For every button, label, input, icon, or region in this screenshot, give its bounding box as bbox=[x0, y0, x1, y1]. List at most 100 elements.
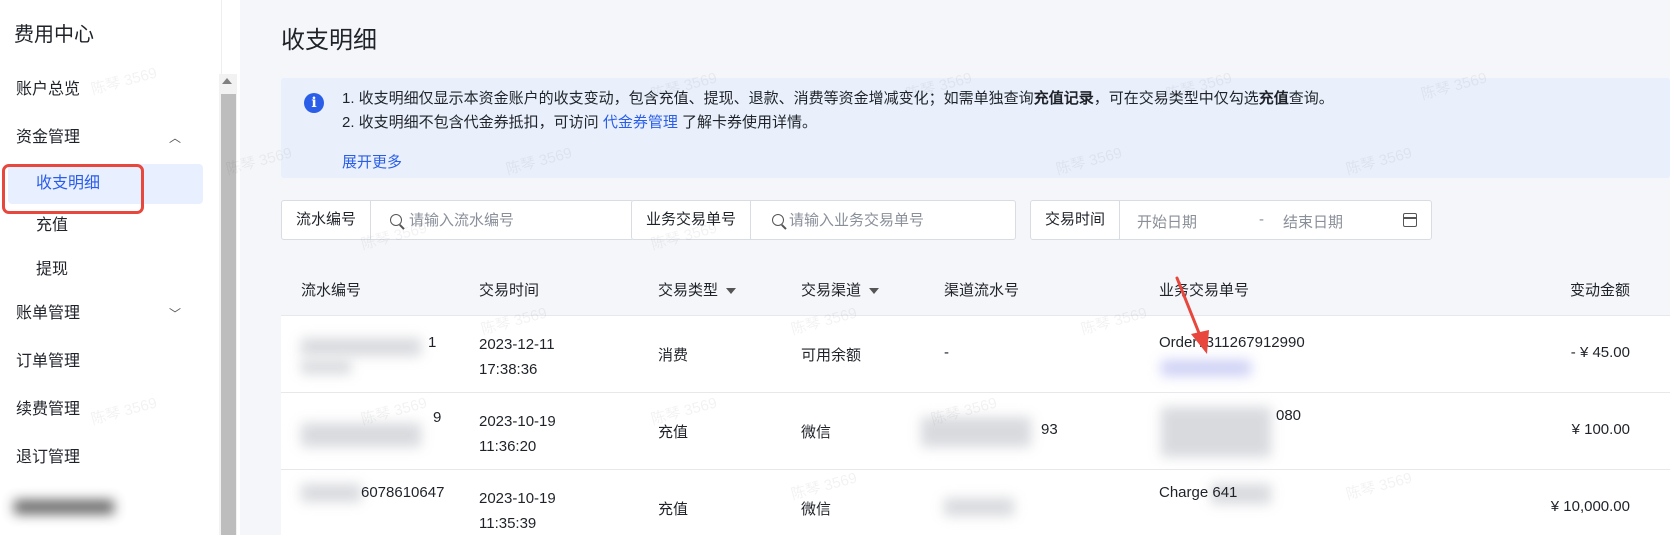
sidebar-item-recharge[interactable]: 充值 bbox=[0, 206, 203, 246]
redacted-cell bbox=[301, 338, 421, 356]
table-row[interactable]: 9 2023-10-19 11:36:20 充值 微信 93 080 ¥ 100.… bbox=[281, 393, 1670, 470]
expand-more-link[interactable]: 展开更多 bbox=[342, 151, 402, 172]
sidebar-title: 费用中心 bbox=[14, 24, 94, 46]
calendar-icon[interactable] bbox=[1403, 213, 1417, 227]
order-link[interactable]: Order7311267912990 bbox=[1159, 334, 1305, 351]
serial-filter-label: 流水编号 bbox=[282, 201, 372, 239]
page-title: 收支明细 bbox=[281, 27, 377, 54]
sidebar-item-income-expense[interactable]: 收支明细 bbox=[8, 164, 203, 204]
sidebar-item-label: 收支明细 bbox=[36, 175, 101, 192]
info-icon: i bbox=[304, 93, 324, 113]
sidebar: 费用中心 账户总览 资金管理 ︿ 收支明细 充值 提现 账单管理 ﹀ 订单管理 … bbox=[0, 0, 222, 535]
sidebar-item-label: 续费管理 bbox=[16, 401, 81, 418]
scroll-up-arrow-icon[interactable] bbox=[222, 78, 232, 84]
sidebar-item-label: 账户总览 bbox=[16, 81, 81, 98]
column-header-label: 交易类型 bbox=[658, 282, 719, 299]
notice-text: 了解卡券使用详情。 bbox=[677, 114, 818, 131]
amount-cell: - ¥ 45.00 bbox=[1570, 344, 1630, 361]
transactions-table: 流水编号 交易时间 交易类型 交易渠道 渠道流水号 业务交易单号 变动金额 1 … bbox=[281, 262, 1670, 535]
type-cell: 充值 bbox=[658, 424, 689, 441]
start-date-input[interactable]: 开始日期 bbox=[1137, 211, 1197, 232]
redacted-cell bbox=[301, 423, 421, 447]
filter-icon[interactable] bbox=[869, 288, 880, 295]
sidebar-item-label: 账单管理 bbox=[16, 305, 81, 322]
time-text: 11:36:20 bbox=[479, 438, 537, 455]
order-cell: 080 bbox=[1276, 407, 1302, 424]
voucher-management-link[interactable]: 代金券管理 bbox=[603, 114, 678, 131]
notice-line-1: 1. 收支明细仅显示本资金账户的收支变动，包含充值、提现、退款、消费等资金增减变… bbox=[342, 87, 1334, 108]
sidebar-item-order-management[interactable]: 订单管理 bbox=[0, 342, 203, 382]
column-header-order: 业务交易单号 bbox=[1159, 282, 1250, 299]
channel-cell: 微信 bbox=[801, 501, 832, 518]
redacted-cell bbox=[301, 360, 351, 374]
redacted-cell bbox=[1161, 360, 1251, 376]
column-header-amount: 变动金额 bbox=[1569, 282, 1630, 299]
date-text: 2023-12-11 bbox=[479, 336, 555, 353]
type-cell: 充值 bbox=[658, 501, 689, 518]
date-text: 2023-10-19 bbox=[479, 490, 556, 507]
sidebar-item-partial[interactable] bbox=[0, 486, 203, 526]
redacted-cell bbox=[921, 417, 1031, 447]
date-text: 2023-10-19 bbox=[479, 413, 556, 430]
time-cell: 2023-12-11 17:38:36 bbox=[479, 332, 555, 382]
sidebar-scrollbar-thumb[interactable] bbox=[221, 94, 236, 535]
sidebar-item-label: 订单管理 bbox=[16, 353, 81, 370]
redacted-cell bbox=[1161, 407, 1271, 457]
redacted-cell bbox=[301, 484, 361, 502]
column-header-channel-serial: 渠道流水号 bbox=[944, 282, 1020, 299]
table-header: 流水编号 交易时间 交易类型 交易渠道 渠道流水号 业务交易单号 变动金额 bbox=[281, 262, 1670, 316]
order-search-input[interactable] bbox=[751, 201, 1015, 239]
info-notice: i 1. 收支明细仅显示本资金账户的收支变动，包含充值、提现、退款、消费等资金增… bbox=[281, 78, 1670, 178]
amount-cell: ¥ 10,000.00 bbox=[1550, 498, 1630, 515]
time-text: 11:35:39 bbox=[479, 515, 537, 532]
time-filter: 交易时间 开始日期 - 结束日期 bbox=[1030, 200, 1432, 240]
sidebar-item-account-overview[interactable]: 账户总览 bbox=[0, 70, 203, 110]
sidebar-item-withdraw[interactable]: 提现 bbox=[0, 250, 203, 290]
serial-filter: 流水编号 bbox=[281, 200, 634, 240]
order-cell: Charge 641 bbox=[1159, 484, 1238, 501]
channel-cell: 可用余额 bbox=[801, 347, 862, 364]
notice-text: 2. 收支明细不包含代金券抵扣，可访问 bbox=[342, 114, 603, 131]
sidebar-item-fund-management[interactable]: 资金管理 ︿ bbox=[0, 118, 203, 158]
notice-bold-recharge: 充值 bbox=[1258, 90, 1289, 107]
column-header-type: 交易类型 bbox=[658, 279, 737, 300]
search-icon bbox=[390, 214, 402, 226]
notice-line-2: 2. 收支明细不包含代金券抵扣，可访问 代金券管理 了解卡券使用详情。 bbox=[342, 111, 817, 132]
notice-text: 查询。 bbox=[1288, 90, 1334, 107]
sidebar-item-renewal-management[interactable]: 续费管理 bbox=[0, 390, 203, 430]
sidebar-item-label: 充值 bbox=[36, 217, 69, 234]
serial-cell: 1 bbox=[428, 334, 437, 351]
table-row[interactable]: 6078610647 2023-10-19 11:35:39 充值 微信 Char… bbox=[281, 470, 1670, 535]
column-header-channel: 交易渠道 bbox=[801, 279, 880, 300]
chevron-up-icon: ︿ bbox=[168, 131, 181, 145]
channel-serial-cell: 93 bbox=[1041, 421, 1058, 438]
column-header-time: 交易时间 bbox=[479, 282, 540, 299]
column-header-serial: 流水编号 bbox=[301, 282, 362, 299]
time-text: 17:38:36 bbox=[479, 361, 538, 378]
order-filter: 业务交易单号 bbox=[631, 200, 1016, 240]
date-separator: - bbox=[1259, 211, 1264, 228]
channel-serial-cell: - bbox=[944, 344, 949, 361]
amount-cell: ¥ 100.00 bbox=[1571, 421, 1630, 438]
serial-search-input[interactable] bbox=[371, 201, 633, 239]
filter-icon[interactable] bbox=[726, 288, 737, 295]
channel-cell: 微信 bbox=[801, 424, 832, 441]
time-cell: 2023-10-19 11:35:39 bbox=[479, 486, 556, 535]
sidebar-item-bill-management[interactable]: 账单管理 ﹀ bbox=[0, 294, 203, 334]
time-filter-label: 交易时间 bbox=[1031, 201, 1121, 239]
cut-off-label bbox=[14, 500, 114, 514]
table-row[interactable]: 1 2023-12-11 17:38:36 消费 可用余额 - Order7311… bbox=[281, 316, 1670, 393]
sidebar-item-unsubscribe-management[interactable]: 退订管理 bbox=[0, 438, 203, 478]
notice-text: 1. 收支明细仅显示本资金账户的收支变动，包含充值、提现、退款、消费等资金增减变… bbox=[342, 90, 1034, 107]
type-cell: 消费 bbox=[658, 347, 689, 364]
redacted-cell bbox=[944, 498, 1014, 516]
sidebar-item-label: 提现 bbox=[36, 261, 69, 278]
end-date-input[interactable]: 结束日期 bbox=[1283, 211, 1343, 232]
main-content: 收支明细 i 1. 收支明细仅显示本资金账户的收支变动，包含充值、提现、退款、消… bbox=[240, 0, 1670, 535]
column-header-label: 交易渠道 bbox=[801, 282, 862, 299]
sidebar-item-label: 资金管理 bbox=[16, 129, 81, 146]
serial-cell: 6078610647 bbox=[361, 484, 445, 501]
search-icon bbox=[772, 214, 784, 226]
chevron-down-icon: ﹀ bbox=[168, 307, 181, 321]
notice-bold-recharge-record: 充值记录 bbox=[1033, 90, 1094, 107]
